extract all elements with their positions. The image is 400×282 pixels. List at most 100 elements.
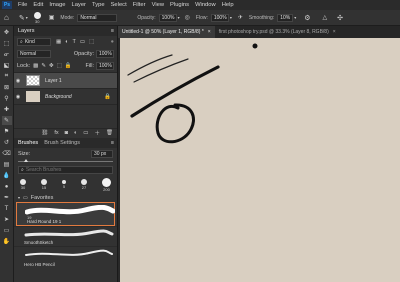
adjustment-layer-icon[interactable]: ◐ (74, 130, 77, 136)
brush-search-input[interactable]: ⌕ Search Brushes (18, 166, 113, 174)
document-tab[interactable]: first photoshop try.psd @ 33.3% (Layer 8… (215, 26, 340, 38)
brush-size-slider[interactable] (14, 159, 117, 164)
menu-filter[interactable]: Filter (133, 2, 146, 8)
layer-name[interactable]: Layer 1 (45, 78, 62, 84)
layer-row[interactable]: ◉ Background 🔒 (14, 88, 117, 104)
brush-preset[interactable]: 30 (20, 179, 26, 190)
chevron-down-icon[interactable]: ▾ (178, 15, 180, 20)
chevron-down-icon[interactable]: ▾ (26, 15, 28, 20)
mask-icon[interactable]: ◙ (65, 130, 68, 136)
menu-view[interactable]: View (152, 2, 164, 8)
eraser-tool-icon[interactable]: ⌫ (2, 149, 12, 158)
shape-tool-icon[interactable]: ▭ (2, 226, 12, 235)
menu-help[interactable]: Help (222, 2, 234, 8)
brush-preset-picker[interactable]: 30 (33, 11, 41, 24)
close-icon[interactable]: × (333, 29, 336, 35)
crop-tool-icon[interactable]: ⌗ (2, 72, 12, 81)
brush-preset[interactable]: 5 (62, 180, 66, 189)
lasso-tool-icon[interactable]: ᓂ (2, 50, 12, 59)
filter-shape-icon[interactable]: ▭ (80, 39, 85, 45)
filter-pixel-icon[interactable]: ▦ (56, 39, 61, 45)
brush-tool-icon[interactable]: ✎ (1, 116, 12, 125)
blur-tool-icon[interactable]: 💧 (2, 171, 12, 180)
layer-row[interactable]: ◉ Layer 1 (14, 72, 117, 88)
brush-panel-toggle-icon[interactable]: ▣ (49, 14, 55, 21)
menu-type[interactable]: Type (92, 2, 105, 8)
document-canvas[interactable] (120, 38, 400, 282)
brush-preset[interactable]: 27 (81, 179, 87, 190)
pen-tool-icon[interactable]: ✒ (2, 193, 12, 202)
mode-select[interactable]: Normal (77, 13, 118, 22)
menu-window[interactable]: Window (195, 2, 216, 8)
close-icon[interactable]: × (208, 29, 211, 35)
link-layers-icon[interactable]: ⛓ (41, 130, 48, 136)
filter-toggle-icon[interactable]: ● (111, 39, 114, 45)
filter-type-icon[interactable]: T (73, 39, 76, 45)
panel-menu-icon[interactable]: ≡ (111, 140, 114, 146)
menu-edit[interactable]: Edit (33, 2, 43, 8)
lock-artboard-icon[interactable]: ⬚ (57, 63, 62, 69)
home-icon[interactable]: ⌂ (4, 13, 9, 22)
brush-preset[interactable]: 15 (41, 179, 47, 190)
dodge-tool-icon[interactable]: ● (2, 182, 12, 191)
frame-tool-icon[interactable]: ⊠ (2, 83, 12, 92)
marquee-tool-icon[interactable]: ⬚ (2, 39, 12, 48)
layers-panel-tab[interactable]: Layers ≡ (14, 26, 117, 36)
new-layer-icon[interactable]: ＋ (95, 129, 101, 137)
gradient-tool-icon[interactable]: ▤ (2, 160, 12, 169)
panel-menu-icon[interactable]: ≡ (111, 28, 114, 34)
pressure-opacity-icon[interactable]: ◎ (185, 14, 190, 21)
document-tab[interactable]: Untitled-1 @ 50% (Layer 1, RGB/8) * × (118, 26, 215, 38)
brush-list-item[interactable]: SmoothSketch (14, 226, 117, 246)
eye-icon[interactable]: ◉ (14, 78, 22, 84)
filter-adjustment-icon[interactable]: ◐ (65, 39, 68, 45)
chevron-down-icon[interactable]: ▾ (18, 195, 20, 200)
lock-pixels-icon[interactable]: ▩ (33, 63, 38, 69)
trash-icon[interactable]: 🗑 (106, 130, 113, 136)
gear-icon[interactable]: ⚙ (304, 14, 310, 22)
chevron-down-icon[interactable]: ▾ (230, 15, 232, 20)
menu-image[interactable]: Image (49, 2, 65, 8)
lock-icon[interactable]: 🔒 (104, 94, 111, 100)
symmetry-icon[interactable]: ✣ (337, 14, 343, 22)
brush-size-field[interactable]: 30 px (91, 149, 113, 158)
object-select-tool-icon[interactable]: ⬕ (2, 61, 12, 70)
tab-brush-settings[interactable]: Brush Settings (44, 140, 80, 146)
fill-field[interactable]: 100% (96, 62, 114, 70)
filter-smart-object-icon[interactable]: ⬚ (89, 39, 94, 45)
angle-icon[interactable]: △ (323, 14, 328, 21)
history-brush-tool-icon[interactable]: ↺ (2, 138, 12, 147)
clone-stamp-tool-icon[interactable]: ⚑ (2, 127, 12, 136)
airbrush-icon[interactable]: ✈ (238, 14, 243, 21)
tab-brushes[interactable]: Brushes (18, 140, 38, 146)
lock-paint-icon[interactable]: ✎ (41, 63, 46, 69)
layer-filter-select[interactable]: ⌕ Kind (17, 38, 51, 46)
layers-opacity-field[interactable]: 100% (96, 50, 114, 58)
path-select-tool-icon[interactable]: ➤ (2, 215, 12, 224)
menu-plugins[interactable]: Plugins (170, 2, 189, 8)
brush-list-item[interactable]: Hero HB Pencil (14, 246, 117, 268)
brush-group-header[interactable]: ▾ ▭ Favorites (14, 193, 117, 202)
move-tool-icon[interactable]: ✥ (2, 28, 12, 37)
brush-list-item[interactable]: 19 Hard Round 19 1 (16, 202, 115, 226)
folder-icon[interactable]: ▭ (83, 130, 88, 136)
lock-position-icon[interactable]: ✥ (49, 63, 54, 69)
lock-all-icon[interactable]: 🔒 (65, 63, 72, 69)
eye-icon[interactable]: ◉ (14, 94, 22, 100)
brush-tool-icon[interactable]: ✎ (19, 14, 25, 22)
type-tool-icon[interactable]: T (2, 204, 12, 213)
menu-file[interactable]: File (18, 2, 27, 8)
flow-field[interactable]: 100% (210, 13, 229, 22)
menu-layer[interactable]: Layer (71, 2, 86, 8)
chevron-down-icon[interactable]: ▾ (294, 15, 296, 20)
slider-thumb[interactable] (23, 159, 28, 162)
eyedropper-tool-icon[interactable]: ⚲ (2, 94, 12, 103)
brush-preset[interactable]: 200 (102, 177, 111, 192)
menu-select[interactable]: Select (111, 2, 127, 8)
layer-name[interactable]: Background (45, 94, 72, 100)
smoothing-field[interactable]: 10% (277, 13, 294, 22)
fx-icon[interactable]: fx (54, 130, 58, 136)
blend-mode-select[interactable]: Normal (17, 50, 51, 58)
healing-brush-tool-icon[interactable]: ✚ (2, 105, 12, 114)
opacity-field[interactable]: 100% (158, 13, 177, 22)
